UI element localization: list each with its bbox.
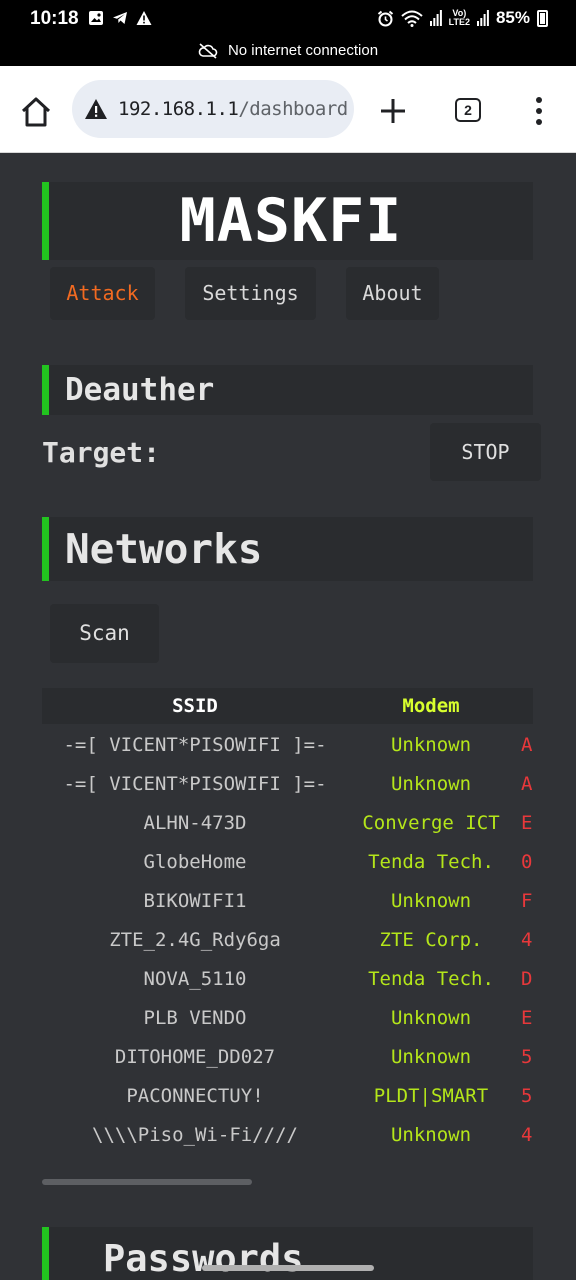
nav-about-button[interactable]: About xyxy=(346,267,439,320)
more-menu-icon[interactable] xyxy=(533,96,545,126)
modem-cell: Converge ICT xyxy=(362,812,500,834)
table-row[interactable]: -=[ VICENT*PISOWIFI ]=- Unknown A xyxy=(42,765,576,804)
modem-cell: Unknown xyxy=(390,1046,472,1068)
networks-heading: Networks xyxy=(42,517,533,581)
table-header: SSID Modem xyxy=(42,688,533,724)
not-secure-warning-icon[interactable] xyxy=(84,98,108,120)
tab-switcher-button[interactable]: 2 xyxy=(455,98,481,122)
channel-cell: 4 xyxy=(521,1124,533,1146)
url-path: /dashboard xyxy=(238,98,348,120)
ssid-cell: PACONNECTUY! xyxy=(126,1085,264,1107)
ssid-cell: \\\\Piso_Wi-Fi//// xyxy=(92,1124,298,1146)
modem-cell: Unknown xyxy=(390,890,472,912)
nav-attack-button[interactable]: Attack xyxy=(50,267,155,320)
table-row[interactable]: PLB VENDO Unknown E xyxy=(42,999,576,1038)
home-icon[interactable] xyxy=(18,94,54,130)
alert-icon xyxy=(136,11,152,25)
table-row[interactable]: BIKOWIFI1 Unknown F xyxy=(42,882,576,921)
table-row[interactable]: ZTE_2.4G_Rdy6ga ZTE Corp. 4 xyxy=(42,921,576,960)
deauther-heading: Deauther xyxy=(42,365,533,415)
nav-settings-button[interactable]: Settings xyxy=(185,267,316,320)
status-bar: 10:18 Vo) LTE2 85% No internet connection xyxy=(0,0,576,66)
ssid-cell: NOVA_5110 xyxy=(143,968,247,990)
ssid-cell: ZTE_2.4G_Rdy6ga xyxy=(109,929,281,951)
network-notice-text: No internet connection xyxy=(227,42,379,59)
channel-cell: E xyxy=(521,812,533,834)
gesture-navigation-bar[interactable] xyxy=(202,1265,374,1271)
ssid-cell: DITOHOME_DD027 xyxy=(114,1046,276,1068)
column-header-ssid: SSID xyxy=(172,695,218,717)
modem-cell: Tenda Tech. xyxy=(368,968,494,990)
lte-indicator: Vo) LTE2 xyxy=(449,9,470,27)
channel-cell: A xyxy=(521,734,533,756)
horizontal-scrollbar[interactable] xyxy=(42,1179,252,1185)
target-label: Target: xyxy=(42,436,161,469)
address-bar[interactable]: 192.168.1.1/dashboard xyxy=(72,80,354,138)
ssid-cell: ALHN-473D xyxy=(143,812,247,834)
channel-cell: A xyxy=(521,773,533,795)
ssid-cell: -=[ VICENT*PISOWIFI ]=- xyxy=(63,773,327,795)
table-body: -=[ VICENT*PISOWIFI ]=- Unknown A -=[ VICEN… xyxy=(42,726,576,1155)
notification-icons xyxy=(88,10,152,26)
channel-cell: 0 xyxy=(521,851,533,873)
column-header-modem: Modem xyxy=(402,695,460,717)
battery-percent: 85% xyxy=(495,8,530,27)
modem-cell: Tenda Tech. xyxy=(368,851,494,873)
signal-icon-1 xyxy=(429,10,442,26)
signal-icon-2 xyxy=(476,10,489,26)
url-host: 192.168.1.1 xyxy=(118,98,239,120)
scan-button[interactable]: Scan xyxy=(50,604,159,663)
telegram-icon xyxy=(113,12,127,24)
table-row[interactable]: ALHN-473D Converge ICT E xyxy=(42,804,576,843)
gallery-icon xyxy=(89,11,103,25)
alarm-icon xyxy=(377,10,393,26)
new-tab-icon[interactable] xyxy=(378,96,408,126)
channel-cell: E xyxy=(521,1007,533,1029)
ssid-cell: BIKOWIFI1 xyxy=(143,890,247,912)
table-row[interactable]: DITOHOME_DD027 Unknown 5 xyxy=(42,1038,576,1077)
table-row[interactable]: GlobeHome Tenda Tech. 0 xyxy=(42,843,576,882)
ssid-cell: GlobeHome xyxy=(143,851,247,873)
lte2-label: LTE2 xyxy=(448,17,470,27)
table-row[interactable]: NOVA_5110 Tenda Tech. D xyxy=(42,960,576,999)
table-row[interactable]: -=[ VICENT*PISOWIFI ]=- Unknown A xyxy=(42,726,576,765)
modem-cell: ZTE Corp. xyxy=(379,929,483,951)
clock: 10:18 xyxy=(30,8,79,29)
cloud-off-icon xyxy=(198,42,218,59)
ssid-cell: -=[ VICENT*PISOWIFI ]=- xyxy=(63,734,327,756)
channel-cell: D xyxy=(521,968,533,990)
brand-title: MASKFI xyxy=(42,182,533,260)
table-row[interactable]: PACONNECTUY! PLDT|SMART 5 xyxy=(42,1077,576,1116)
channel-cell: 5 xyxy=(521,1085,533,1107)
channel-cell: F xyxy=(521,890,533,912)
table-row[interactable]: \\\\Piso_Wi-Fi//// Unknown 4 xyxy=(42,1116,576,1155)
modem-cell: Unknown xyxy=(390,773,472,795)
passwords-heading: Passwords xyxy=(42,1227,533,1280)
ssid-cell: PLB VENDO xyxy=(143,1007,247,1029)
battery-icon xyxy=(537,9,548,27)
modem-cell: Unknown xyxy=(390,1007,472,1029)
web-page: MASKFI Attack Settings About Deauther Ta… xyxy=(0,153,576,1280)
browser-toolbar: 192.168.1.1/dashboard 2 xyxy=(0,66,576,153)
channel-cell: 4 xyxy=(521,929,533,951)
network-notice: No internet connection xyxy=(0,42,576,59)
modem-cell: Unknown xyxy=(390,734,472,756)
stop-button[interactable]: STOP xyxy=(430,423,541,481)
wifi-icon xyxy=(400,10,423,27)
channel-cell: 5 xyxy=(521,1046,533,1068)
system-icons: Vo) LTE2 85% xyxy=(377,8,548,28)
url-text[interactable]: 192.168.1.1/dashboard xyxy=(118,98,348,120)
modem-cell: PLDT|SMART xyxy=(373,1085,489,1107)
modem-cell: Unknown xyxy=(390,1124,472,1146)
